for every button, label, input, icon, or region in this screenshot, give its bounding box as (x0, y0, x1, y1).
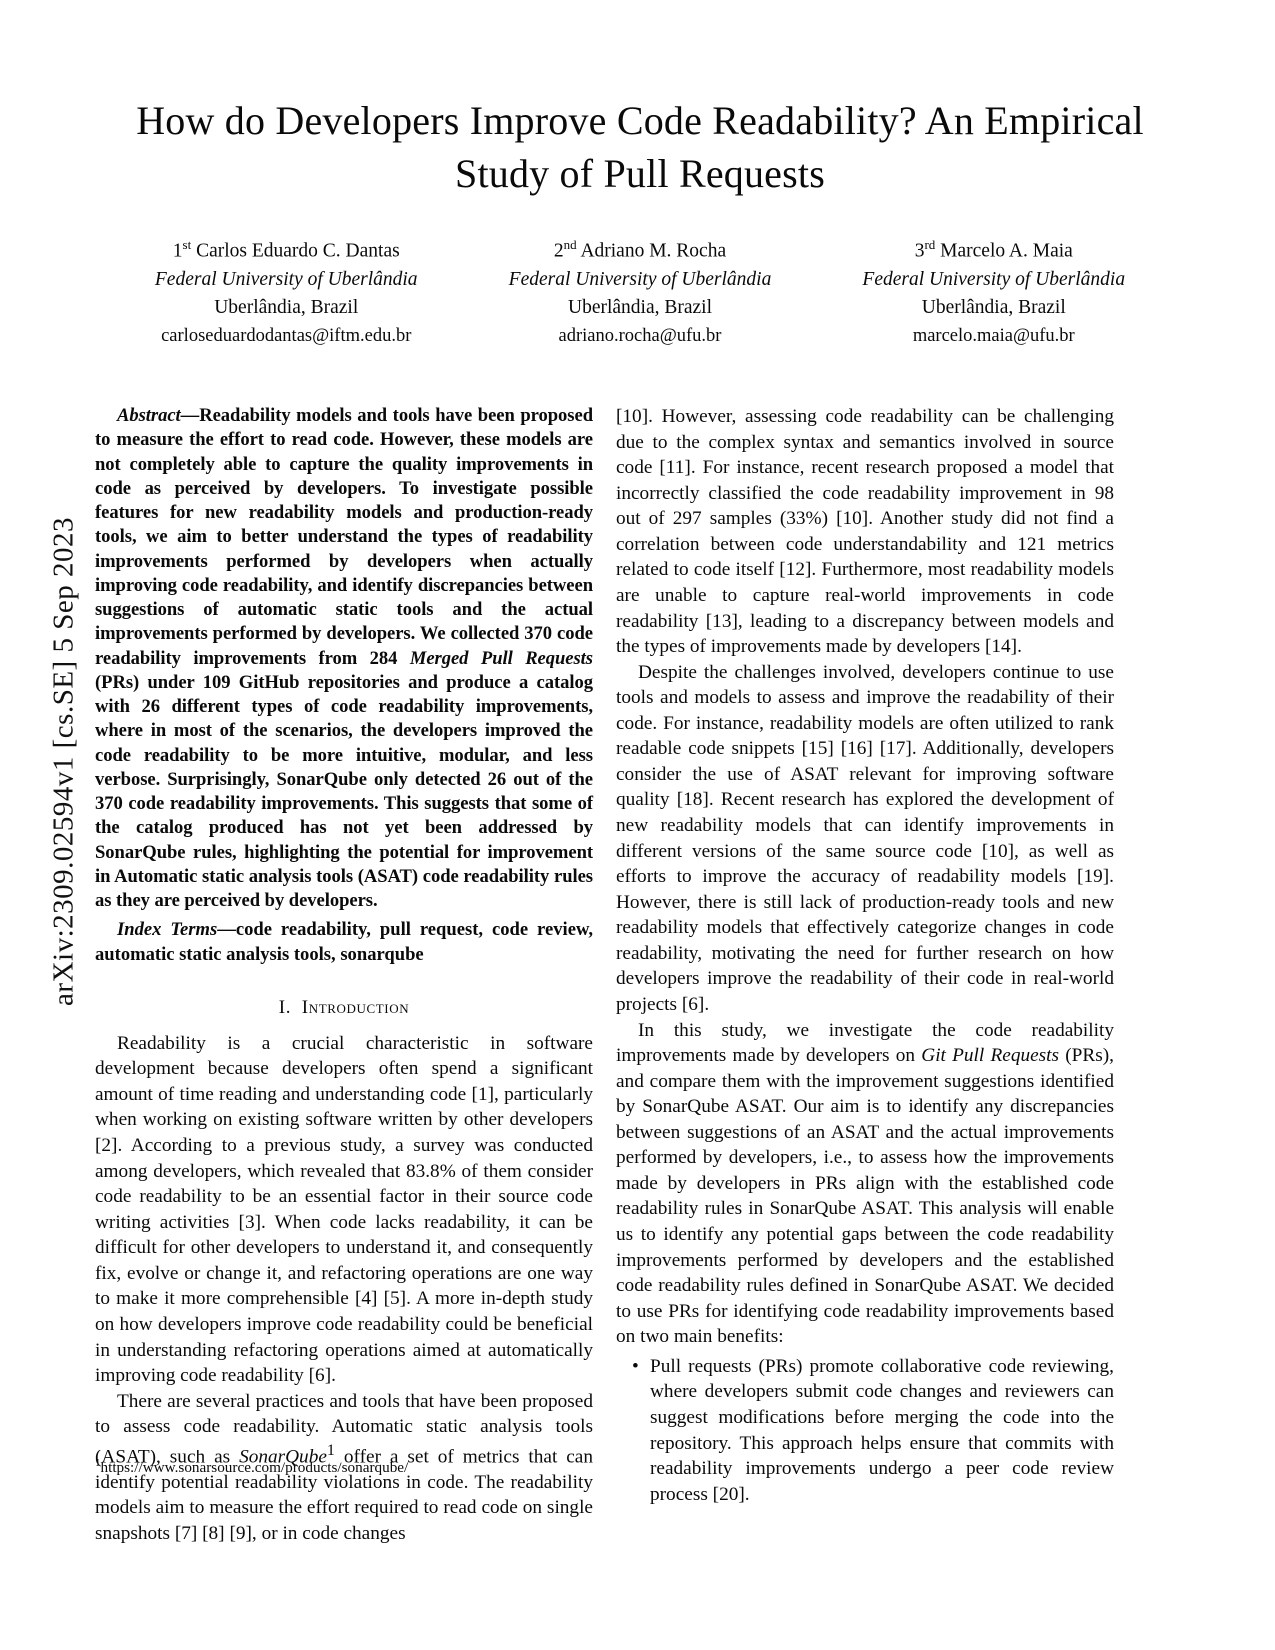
footnote-divider (95, 1449, 265, 1450)
author-email-3: marcelo.maia@ufu.br (912, 325, 1075, 346)
left-column: Abstract—Readability models and tools ha… (95, 404, 593, 1546)
author-order-suffix-1: st (182, 237, 192, 252)
author-name-3: 3rd Marcelo A. Maia (820, 236, 1168, 266)
citation-ref: [2] (95, 1135, 118, 1156)
author-fullname-3: Marcelo A. Maia (940, 240, 1073, 262)
author-order-1: 1 (172, 240, 183, 262)
list-item: Pull requests (PRs) promote collaborativ… (632, 1354, 1114, 1507)
index-terms-label: Index Terms (117, 919, 218, 941)
author-order-suffix-3: rd (924, 237, 936, 252)
text-run: . (744, 1483, 750, 1505)
text-run (873, 738, 880, 759)
author-entry-1: 1st Carlos Eduardo C. Dantas Federal Uni… (112, 236, 460, 350)
citation-ref: [15] (801, 738, 834, 760)
citation-ref: [14] (984, 636, 1018, 658)
author-entry-3: 3rd Marcelo A. Maia Federal University o… (820, 236, 1168, 350)
right-paragraph-2: Despite the challenges involved, develop… (616, 660, 1114, 1018)
text-run: . (1017, 636, 1022, 658)
footnote-text: 1https://www.sonarsource.com/products/so… (95, 1456, 593, 1478)
text-run: . (704, 993, 710, 1015)
author-city-1: Uberlândia, Brazil (214, 297, 359, 319)
right-column: [10]. However, assessing code readabilit… (616, 404, 1114, 1509)
text-run: . However, there is still lack of produc… (616, 866, 1114, 1015)
arxiv-stamp: arXiv:2309.02594v1 [cs.SE] 5 Sep 2023 (47, 517, 80, 1006)
citation-ref: [16] (840, 738, 873, 760)
text-run: , or in code changes (251, 1522, 406, 1544)
author-affiliation-1: Federal University of Uberlândia (154, 268, 418, 290)
author-fullname-2: Adriano M. Rocha (580, 240, 727, 262)
author-email-2: adriano.rocha@ufu.br (558, 325, 722, 346)
author-order-2: 2 (553, 240, 564, 262)
citation-ref: [13] (705, 610, 738, 632)
author-email-1: carloseduardodantas@iftm.edu.br (161, 325, 412, 346)
author-order-3: 3 (914, 240, 925, 262)
citation-ref: [3] (238, 1211, 262, 1233)
abstract-paragraph: Abstract—Readability models and tools ha… (95, 404, 593, 913)
citation-ref: [10] (981, 840, 1015, 862)
abstract-text-2: (PRs) under 109 GitHub repositories and … (95, 671, 593, 911)
section-title: Introduction (301, 996, 410, 1018)
author-city-3: Uberlândia, Brazil (921, 297, 1066, 319)
citation-ref: [10] (836, 508, 869, 530)
citation-ref: [12] (779, 559, 812, 581)
benefits-list: Pull requests (PRs) promote collaborativ… (616, 1354, 1114, 1507)
abstract-dash: — (180, 405, 200, 426)
text-run: Pull requests (PRs) promote collaborativ… (650, 1355, 1114, 1505)
abstract-italic-1: Merged Pull Requests (409, 647, 593, 669)
intro-paragraph-1: Readability is a crucial characteristic … (95, 1031, 593, 1389)
right-paragraph-1: [10]. However, assessing code readabilit… (616, 404, 1114, 660)
author-name-2: 2nd Adriano M. Rocha (466, 236, 814, 266)
footnote-area: 1https://www.sonarsource.com/products/so… (95, 1449, 593, 1478)
citation-ref: [6] (308, 1365, 332, 1387)
index-terms-paragraph: Index Terms—code readability, pull reque… (95, 918, 593, 967)
citation-ref: [19] (1077, 866, 1110, 888)
author-affiliation-3: Federal University of Uberlândia (862, 268, 1126, 290)
author-name-1: 1st Carlos Eduardo C. Dantas (112, 236, 460, 266)
author-entry-2: 2nd Adriano M. Rocha Federal University … (466, 236, 814, 350)
abstract-label: Abstract (117, 405, 181, 426)
text-run: (PRs), and compare them with the improve… (616, 1045, 1115, 1348)
citation-ref: [1] (471, 1083, 495, 1105)
term-git-pull-requests: Git Pull Requests (921, 1045, 1060, 1067)
citation-ref: [7] (174, 1522, 198, 1544)
text-run (834, 738, 841, 759)
citation-ref: [18] (676, 789, 709, 811)
paper-page: arXiv:2309.02594v1 [cs.SE] 5 Sep 2023 Ho… (0, 0, 1275, 1650)
author-fullname-1: Carlos Eduardo C. Dantas (196, 240, 400, 262)
section-number: I. (278, 996, 292, 1018)
page-title: How do Developers Improve Code Readabili… (136, 98, 1144, 196)
text-run: . (331, 1365, 336, 1387)
author-block: 1st Carlos Eduardo C. Dantas Federal Uni… (112, 236, 1168, 350)
citation-ref: [10] (616, 406, 649, 427)
body-columns: Abstract—Readability models and tools ha… (95, 404, 1180, 1544)
author-affiliation-2: Federal University of Uberlândia (508, 268, 772, 290)
section-heading-introduction: I. Introduction (95, 997, 593, 1019)
citation-ref: [6] (681, 993, 705, 1015)
index-terms-dash: — (217, 919, 236, 941)
citation-ref: [17] (879, 738, 912, 760)
citation-ref: [11] (659, 457, 691, 479)
citation-ref: [8] (202, 1522, 225, 1544)
citation-ref: [20] (712, 1483, 745, 1505)
title-block: How do Developers Improve Code Readabili… (100, 95, 1180, 201)
citation-ref: [4] (354, 1288, 378, 1310)
right-paragraph-3: In this study, we investigate the code r… (616, 1018, 1114, 1350)
footnote-url[interactable]: https://www.sonarsource.com/products/son… (101, 1459, 409, 1476)
citation-ref: [5] (383, 1288, 407, 1310)
author-city-2: Uberlândia, Brazil (567, 297, 713, 319)
citation-ref: [9] (229, 1522, 252, 1544)
author-order-suffix-2: nd (563, 237, 577, 252)
abstract-text-1: Readability models and tools have been p… (95, 405, 593, 669)
